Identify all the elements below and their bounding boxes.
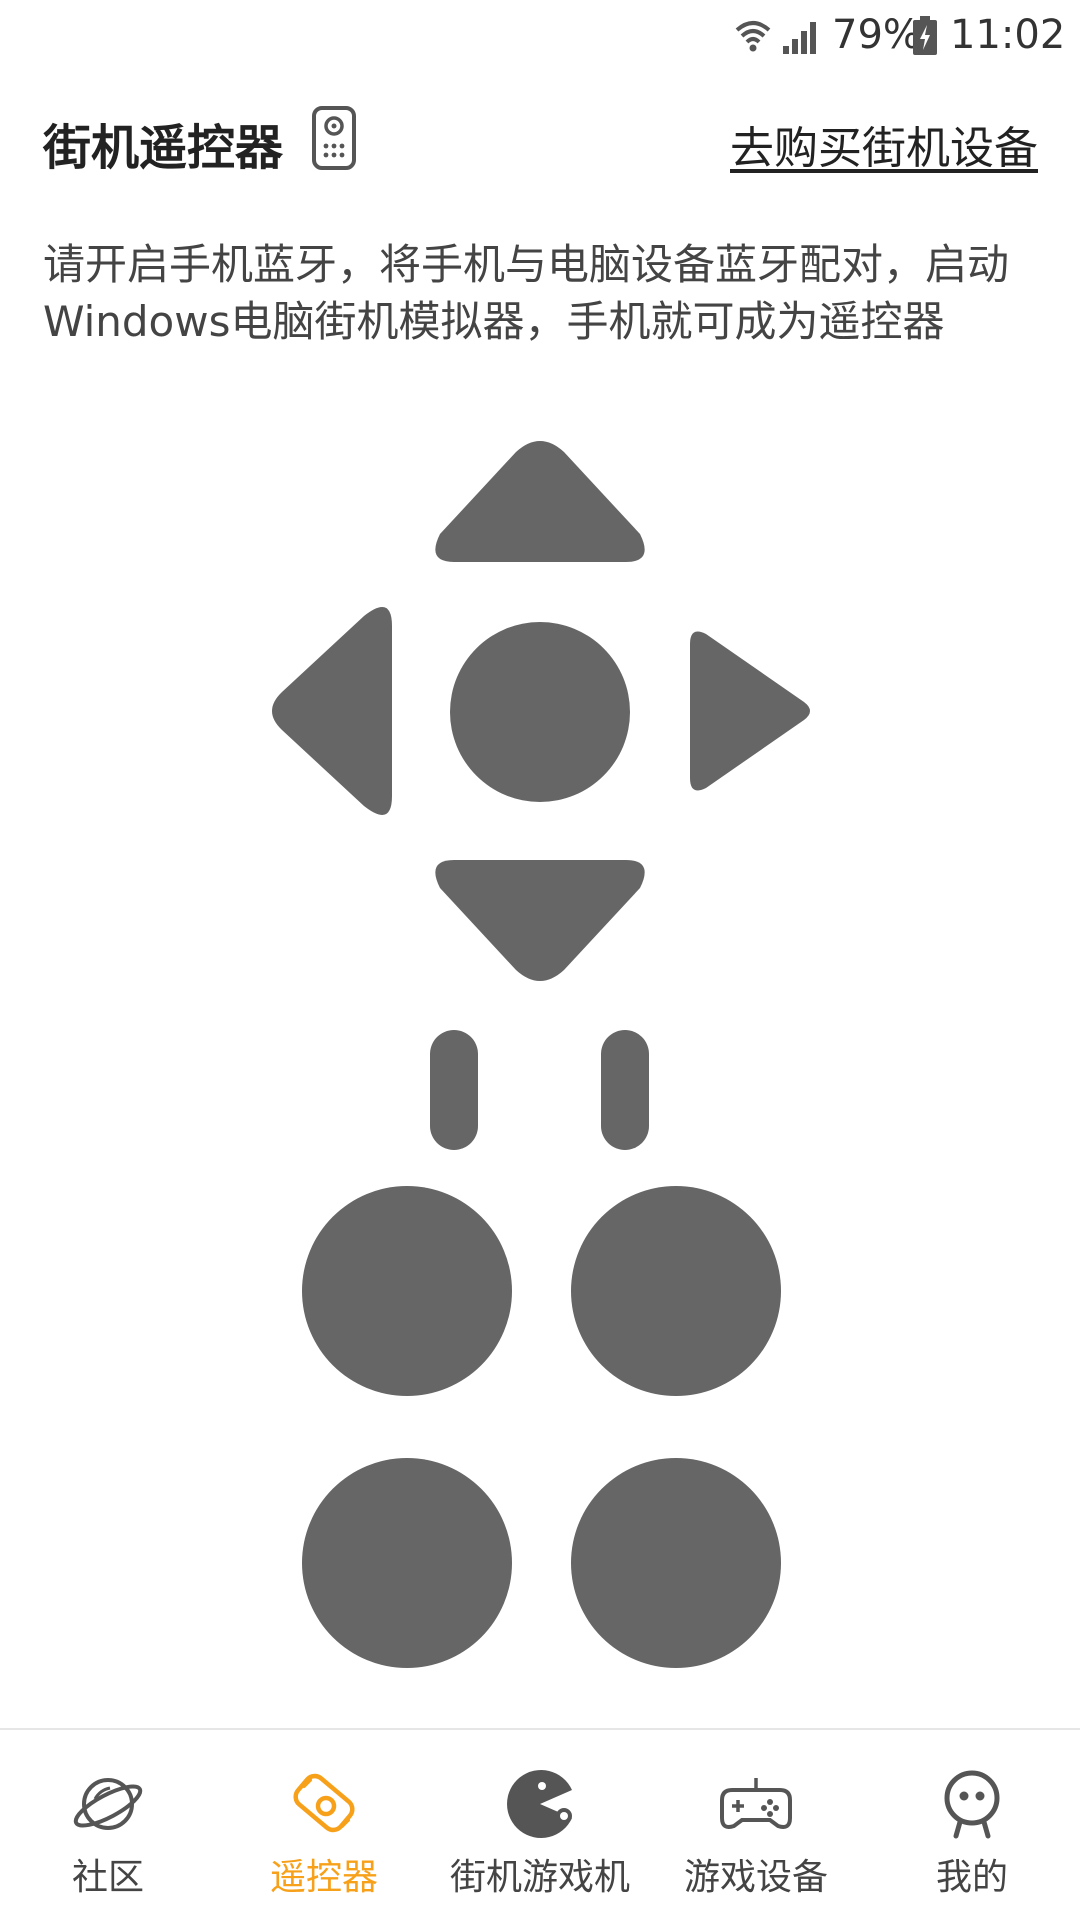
tab-me[interactable]: 我的: [864, 1730, 1080, 1922]
action-button-a[interactable]: [302, 1186, 512, 1396]
tab-label: 街机游戏机: [449, 1857, 630, 1898]
signal-icon: [783, 22, 816, 54]
remote-icon: [293, 1773, 355, 1833]
tab-arcade-machine[interactable]: 街机游戏机: [432, 1730, 648, 1922]
tab-label: 我的: [935, 1857, 1008, 1898]
remote-icon: [312, 106, 356, 170]
action-button-b[interactable]: [571, 1186, 781, 1396]
wifi-icon: [735, 21, 771, 52]
battery-percentage: 79%: [832, 12, 921, 58]
dpad-center-button[interactable]: [450, 622, 630, 802]
bottom-nav: 社区 遥控器 街机游戏机 游戏设备 我的: [0, 1728, 1080, 1922]
start-button[interactable]: [601, 1030, 649, 1150]
tab-label: 游戏设备: [683, 1857, 828, 1898]
tab-community[interactable]: 社区: [0, 1730, 216, 1922]
dpad-left-button[interactable]: [268, 604, 392, 818]
dpad-right-button[interactable]: [690, 630, 812, 792]
tab-label: 遥控器: [269, 1857, 378, 1898]
clock: 11:02: [950, 12, 1066, 58]
status-bar: 79% 11:02: [0, 0, 1080, 76]
pacman-icon: [507, 1770, 572, 1838]
tab-remote[interactable]: 遥控器: [216, 1730, 432, 1922]
gamepad-icon: [720, 1778, 792, 1829]
tab-game-devices[interactable]: 游戏设备: [648, 1730, 864, 1922]
action-button-c[interactable]: [302, 1458, 512, 1668]
planet-icon: [73, 1778, 143, 1830]
dpad-up-button[interactable]: [432, 438, 648, 564]
buy-arcade-device-link[interactable]: 去购买街机设备: [730, 112, 1038, 176]
dpad-down-button[interactable]: [432, 858, 648, 984]
tab-label: 社区: [71, 1857, 144, 1898]
page-title: 街机遥控器: [43, 120, 284, 176]
action-button-d[interactable]: [571, 1458, 781, 1668]
battery-charging-icon: [913, 16, 937, 55]
instruction-text: 请开启手机蓝牙，将手机与电脑设备蓝牙配对，启动Windows电脑街机模拟器，手机…: [43, 240, 1010, 346]
user-icon: [944, 1770, 1000, 1839]
select-button[interactable]: [430, 1030, 478, 1150]
